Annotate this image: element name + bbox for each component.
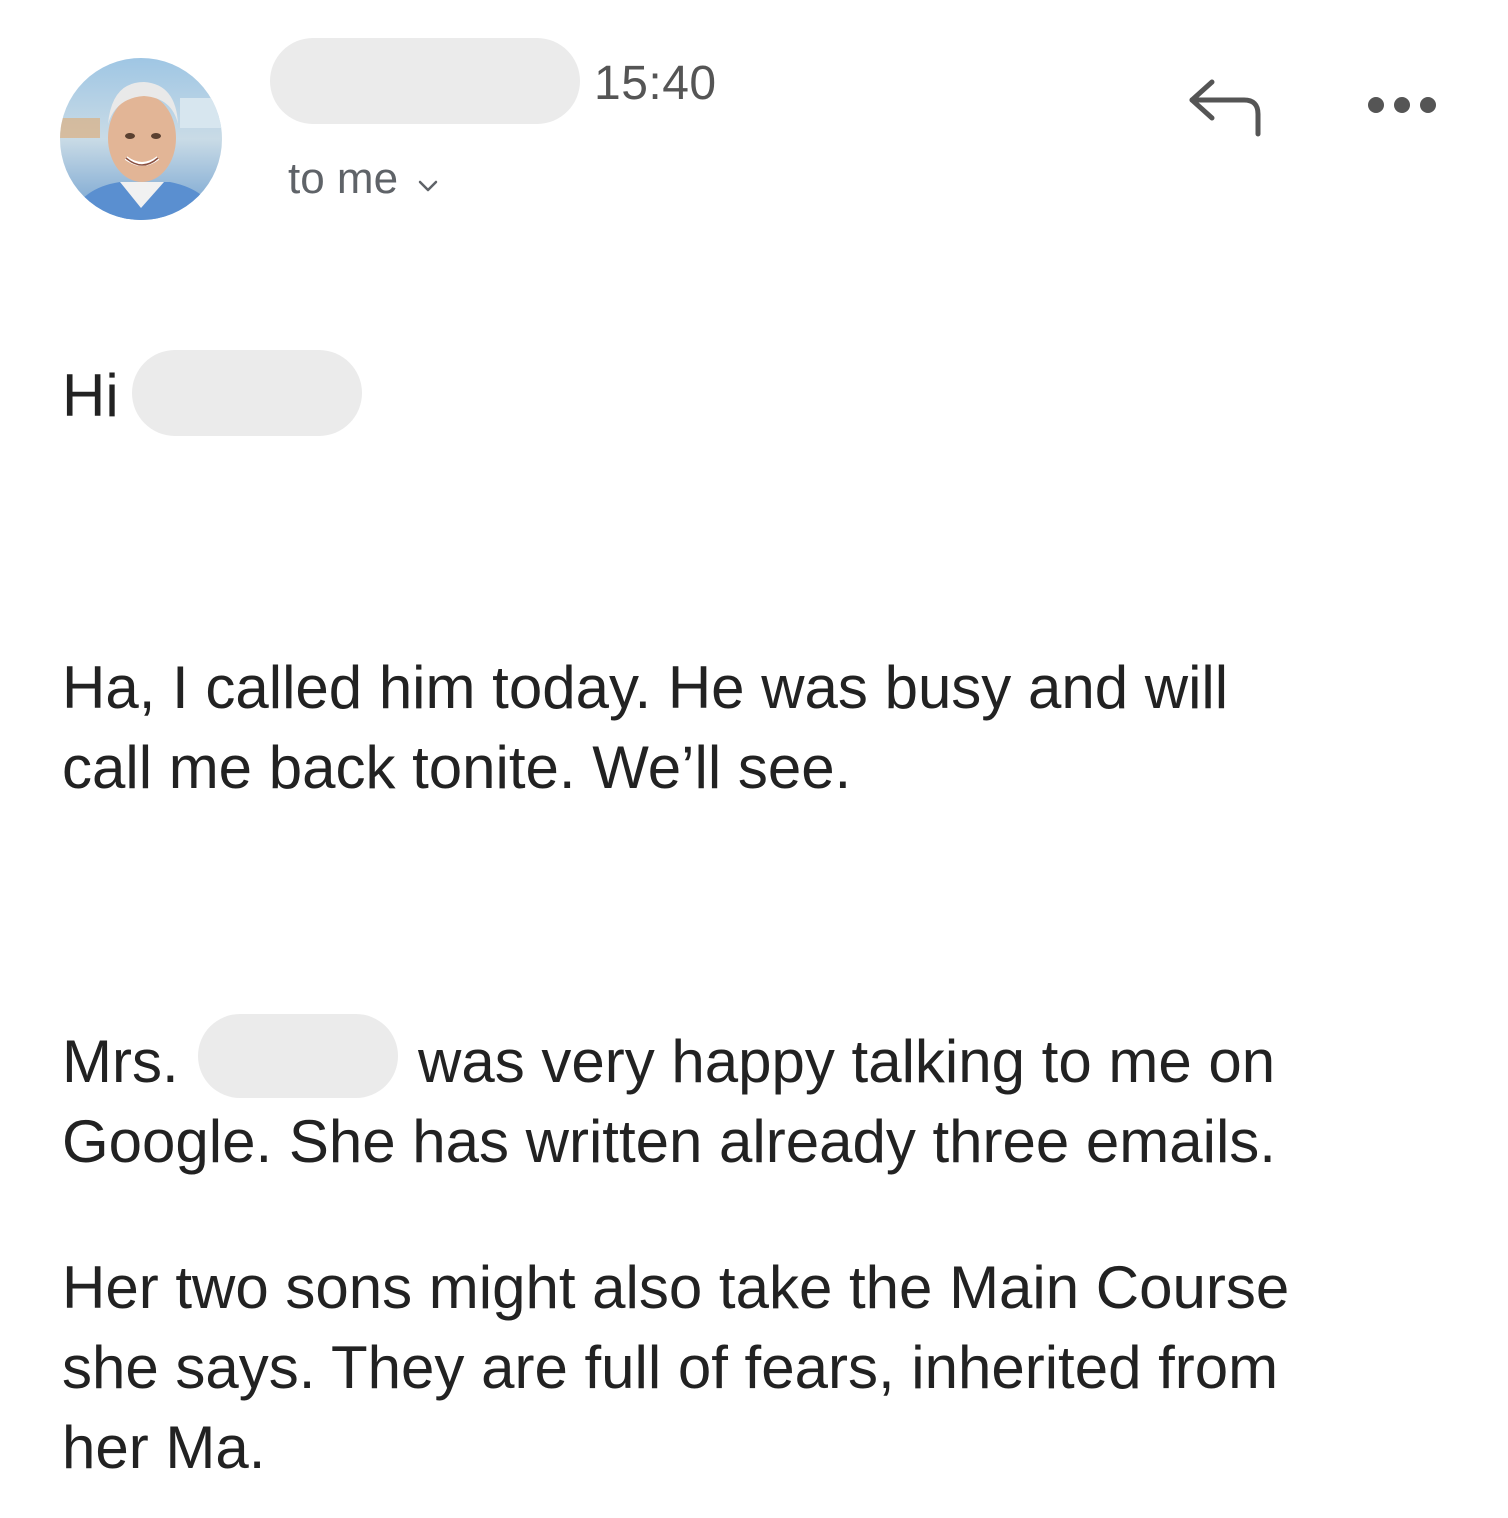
paragraph-2-prefix: Mrs. (62, 1028, 179, 1095)
more-icon (1368, 97, 1436, 113)
sender-name-redacted (270, 38, 580, 124)
recipient-details-toggle[interactable]: to me (288, 154, 438, 204)
chevron-down-icon (418, 154, 438, 204)
paragraph-1-line: call me back tonite. We’ll see. (62, 734, 852, 801)
person-name-redacted (198, 1014, 398, 1098)
recipient-label: to me (288, 154, 399, 203)
paragraph-3: Her two sons might also take the Main Co… (62, 1248, 1289, 1488)
paragraph-1: Ha, I called him today. He was busy and … (62, 648, 1228, 808)
recipient-name-redacted (132, 350, 362, 436)
paragraph-3-line: her Ma. (62, 1414, 266, 1481)
paragraph-3-line: Her two sons might also take the Main Co… (62, 1254, 1290, 1321)
paragraph-3-line: she says. They are full of fears, inheri… (62, 1334, 1279, 1401)
reply-button[interactable] (1186, 76, 1266, 140)
paragraph-2-line-1: was very happy talking to me on (418, 1028, 1276, 1095)
message-time: 15:40 (594, 57, 717, 110)
paragraph-1-line: Ha, I called him today. He was busy and … (62, 654, 1229, 721)
reply-icon (1189, 79, 1261, 137)
paragraph-2-line-2: Google. She has written already three em… (62, 1108, 1276, 1175)
sender-avatar[interactable] (60, 58, 222, 220)
greeting-text: Hi (62, 362, 119, 429)
more-options-button[interactable] (1366, 90, 1438, 120)
